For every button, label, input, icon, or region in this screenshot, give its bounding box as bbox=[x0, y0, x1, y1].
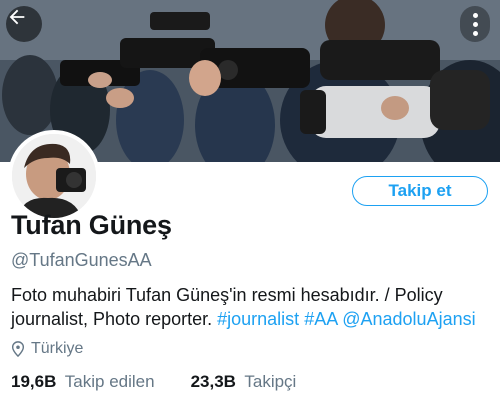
location-text: Türkiye bbox=[31, 340, 84, 357]
following-label: Takip edilen bbox=[64, 372, 155, 391]
profile-stats: 19,6B Takip edilen 23,3B Takipçi bbox=[11, 372, 296, 392]
follow-button[interactable]: Takip et bbox=[352, 176, 488, 206]
vertical-dots-icon bbox=[472, 12, 478, 18]
profile-location: Türkiye bbox=[11, 340, 83, 358]
display-name: Tufan Güneş bbox=[11, 210, 172, 240]
avatar-photo bbox=[12, 134, 96, 218]
followers-label: Takipçi bbox=[244, 372, 297, 391]
hashtag-link-journalist[interactable]: #journalist bbox=[217, 309, 299, 329]
following-count: 19,6B bbox=[11, 372, 57, 391]
hashtag-link-aa[interactable]: #AA bbox=[304, 309, 337, 329]
following-stat[interactable]: 19,6B Takip edilen bbox=[11, 372, 155, 392]
profile-bio: Foto muhabiri Tufan Güneş'in resmi hesab… bbox=[11, 283, 491, 331]
more-options-button[interactable] bbox=[460, 6, 490, 42]
back-button[interactable] bbox=[6, 6, 42, 42]
followers-count: 23,3B bbox=[190, 372, 236, 391]
location-pin-icon bbox=[11, 341, 25, 357]
user-handle: @TufanGunesAA bbox=[11, 250, 152, 270]
mention-link-anadoluajansi[interactable]: @AnadoluAjansi bbox=[342, 309, 475, 329]
followers-stat[interactable]: 23,3B Takipçi bbox=[191, 372, 297, 392]
arrow-left-icon bbox=[9, 9, 25, 25]
avatar[interactable] bbox=[8, 130, 100, 222]
